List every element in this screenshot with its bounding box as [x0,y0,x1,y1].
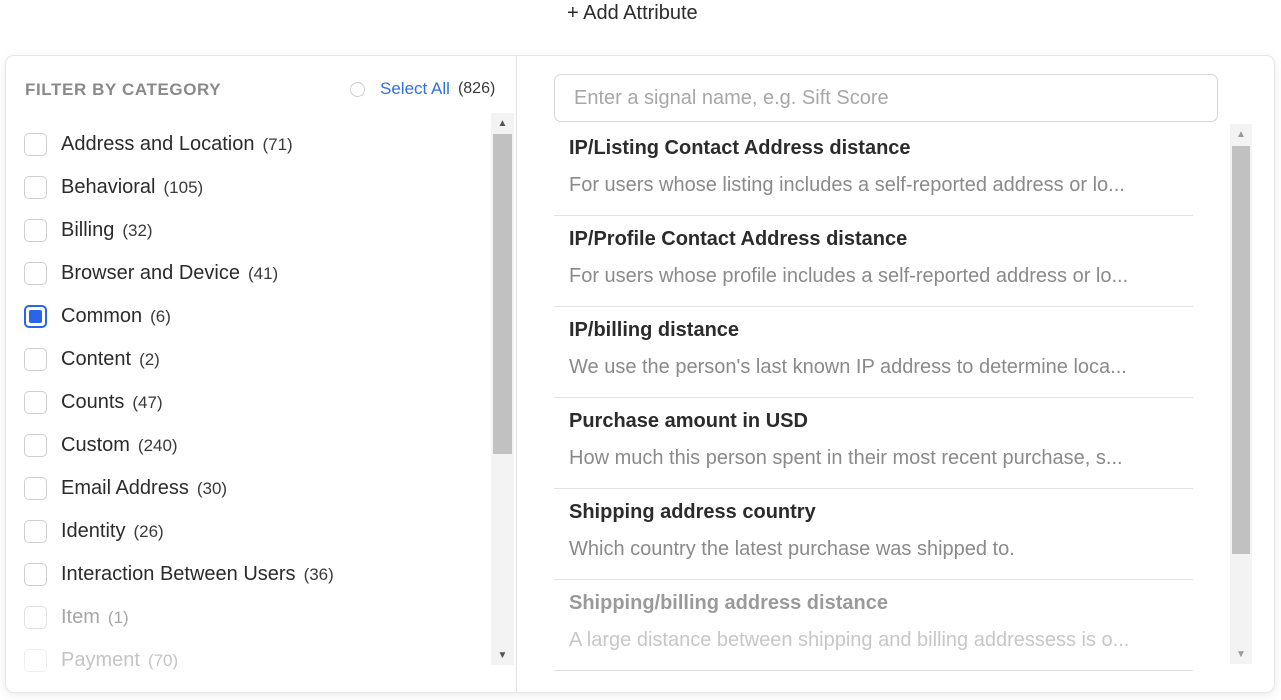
signal-name: Shipping address country [569,501,816,523]
signal-picker-panel: FILTER BY CATEGORY Select All (826) Addr… [6,56,1274,692]
category-checkbox[interactable] [24,176,47,199]
category-label: Counts [61,391,125,413]
category-count: (70) [147,650,179,670]
signal-description: A large distance between shipping and bi… [569,629,1130,651]
category-checkbox[interactable] [24,563,47,586]
category-label: Address and Location [61,133,255,155]
category-label: Identity [61,520,126,542]
category-item[interactable]: Common (6) [24,295,484,338]
category-label: Payment [61,649,140,671]
signal-item[interactable]: Shipping address country Which country th… [554,489,1193,580]
category-count: (240) [137,435,178,455]
filter-title: FILTER BY CATEGORY [25,80,222,99]
select-all[interactable]: Select All (826) [350,78,495,100]
signal-list: IP/Listing Contact Address distance For u… [554,125,1193,671]
category-label: Browser and Device [61,262,240,284]
category-count: (2) [139,349,160,369]
category-checkbox[interactable] [24,133,47,156]
category-count: (6) [150,306,171,326]
signal-description: Which country the latest purchase was sh… [569,538,1015,560]
category-count: (71) [262,134,293,154]
category-scrollbar[interactable]: ▲ ▼ [491,113,514,665]
category-item[interactable]: Item (1) [24,596,484,639]
signal-item[interactable]: IP/Listing Contact Address distance For u… [554,125,1193,216]
signal-item[interactable]: Purchase amount in USD How much this pers… [554,398,1193,489]
signal-description: How much this person spent in their most… [569,447,1123,469]
select-all-count: (826) [457,80,496,97]
category-label: Content [61,348,132,370]
signal-item[interactable]: Shipping/billing address distance A large… [554,580,1193,671]
category-label: Behavioral [61,176,156,198]
signal-name: Shipping/billing address distance [569,592,888,614]
category-label: Item [61,606,100,628]
category-count: (32) [122,220,153,240]
category-checkbox[interactable] [24,606,47,629]
category-checkbox[interactable] [24,434,47,457]
category-item[interactable]: Counts (47) [24,381,484,424]
signal-search-input[interactable] [554,74,1218,122]
scroll-down-icon[interactable]: ▼ [491,645,514,665]
category-item[interactable]: Address and Location (71) [24,123,484,166]
category-item[interactable]: Interaction Between Users (36) [24,553,484,596]
category-checkbox[interactable] [24,305,47,328]
category-item[interactable]: Identity (26) [24,510,484,553]
category-item[interactable]: Browser and Device (41) [24,252,484,295]
signal-name: IP/Listing Contact Address distance [569,137,911,159]
category-item[interactable]: Behavioral (105) [24,166,484,209]
category-checkbox[interactable] [24,348,47,371]
category-label: Interaction Between Users [61,563,296,585]
category-count: (105) [163,177,204,197]
category-scrollbar-thumb[interactable] [493,134,512,454]
signal-item[interactable]: IP/Profile Contact Address distance For u… [554,216,1193,307]
category-filter: FILTER BY CATEGORY Select All (826) Addr… [6,56,517,692]
signal-name: IP/billing distance [569,319,740,341]
category-checkbox[interactable] [24,477,47,500]
category-label: Common [61,305,143,327]
signal-description: For users whose profile includes a self-… [569,265,1129,287]
scroll-down-icon[interactable]: ▼ [1230,644,1252,664]
category-count: (26) [133,521,164,541]
signal-scrollbar-thumb[interactable] [1232,146,1250,554]
select-all-checkbox[interactable] [350,81,365,97]
category-item[interactable]: Content (2) [24,338,484,381]
category-item[interactable]: Billing (32) [24,209,484,252]
category-item[interactable]: Custom (240) [24,424,484,467]
category-count: (47) [132,392,163,412]
category-count: (1) [107,607,129,627]
category-label: Billing [61,219,115,241]
category-label: Email Address [61,477,189,499]
signal-item[interactable]: IP/billing distance We use the person's l… [554,307,1193,398]
category-checkbox[interactable] [24,520,47,543]
category-item[interactable]: Email Address (30) [24,467,484,510]
scroll-up-icon[interactable]: ▲ [1230,124,1252,144]
scroll-up-icon[interactable]: ▲ [491,113,514,133]
category-checkbox[interactable] [24,219,47,242]
select-all-link[interactable]: Select All [380,79,450,99]
category-count: (41) [247,263,279,283]
signal-scrollbar[interactable]: ▲ ▼ [1230,124,1252,664]
category-list: Address and Location (71) Behavioral (105) B… [24,123,484,682]
category-item[interactable]: Payment (70) [24,639,484,682]
signal-description: For users whose listing includes a self-… [569,174,1125,196]
category-checkbox[interactable] [24,262,47,285]
category-checkbox[interactable] [24,649,47,672]
category-count: (30) [196,478,228,498]
signal-description: We use the person's last known IP addres… [569,356,1127,378]
category-label: Custom [61,434,130,456]
category-count: (36) [303,564,334,584]
signal-name: Purchase amount in USD [569,410,808,432]
add-attribute-button[interactable]: + Add Attribute [567,2,698,25]
category-checkbox[interactable] [24,391,47,414]
signal-name: IP/Profile Contact Address distance [569,228,908,250]
